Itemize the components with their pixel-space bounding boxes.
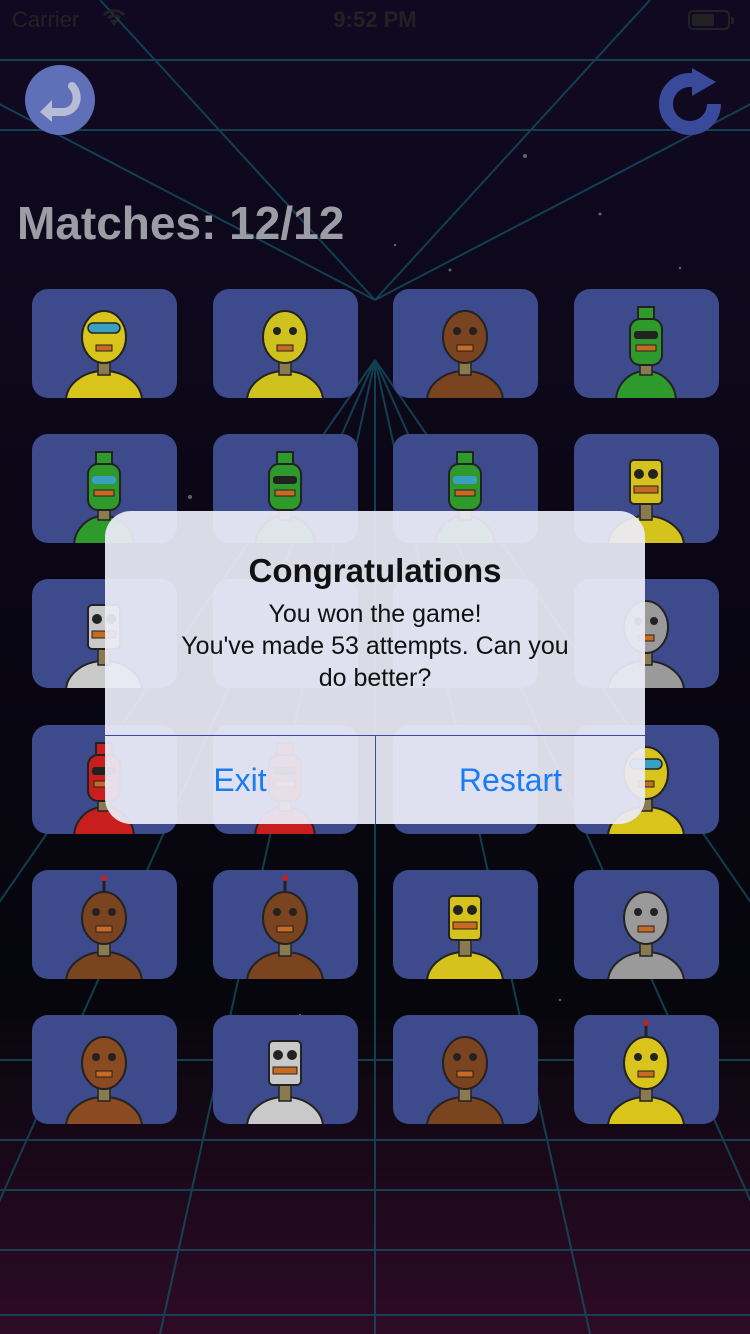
card-tile[interactable] — [32, 1015, 177, 1124]
card-tile[interactable] — [212, 1015, 358, 1124]
card-tile[interactable] — [32, 869, 177, 979]
card-tile[interactable] — [393, 869, 539, 979]
yellow-can-robot-icon — [426, 894, 505, 979]
card-tile[interactable] — [574, 1015, 720, 1124]
silver-can-robot-icon — [245, 1040, 324, 1124]
battery-icon — [688, 10, 734, 30]
brown-antenna-robot-icon — [245, 874, 324, 979]
card-tile[interactable] — [32, 289, 177, 398]
refresh-icon — [659, 68, 721, 135]
silver-round-robot-icon — [607, 890, 685, 979]
brown-bot-robot-icon — [426, 1036, 505, 1124]
green-bottle-robot-icon — [615, 306, 677, 398]
card-tile[interactable] — [393, 289, 539, 398]
matches-value: 12/12 — [229, 197, 345, 249]
restart-game-button[interactable]: Restart — [376, 736, 645, 824]
brown-antenna-robot-icon — [65, 874, 143, 979]
alert-message-line: You won the game! — [268, 600, 482, 628]
matches-label: Matches: — [17, 197, 217, 249]
back-button[interactable] — [24, 64, 96, 136]
restart-button[interactable] — [654, 64, 726, 136]
brown-heart-robot-icon — [65, 1036, 143, 1124]
card-tile[interactable] — [574, 289, 720, 398]
alert-message-line: do better? — [318, 664, 432, 692]
yellow-round-robot-icon — [245, 310, 324, 398]
card-tile[interactable] — [393, 1015, 539, 1124]
brown-bot-robot-icon — [426, 310, 505, 398]
matches-counter: Matches: 12/12 — [17, 196, 344, 250]
exit-button[interactable]: Exit — [105, 736, 375, 824]
status-time: 9:52 PM — [333, 7, 417, 32]
card-tile[interactable] — [212, 869, 358, 979]
alert-title: Congratulations — [248, 552, 502, 589]
alert-message-line: You've made 53 attempts. Can you — [181, 632, 569, 660]
undo-arrow-icon — [25, 65, 95, 135]
alert-message: You won the game! You've made 53 attempt… — [150, 598, 600, 694]
yellow-antenna-robot-icon — [607, 1020, 685, 1124]
status-bar: Carrier 9:52 PM — [0, 0, 750, 40]
yellow-round-visor-robot-icon — [65, 310, 143, 398]
card-tile[interactable] — [212, 289, 358, 398]
card-tile[interactable] — [574, 869, 720, 979]
